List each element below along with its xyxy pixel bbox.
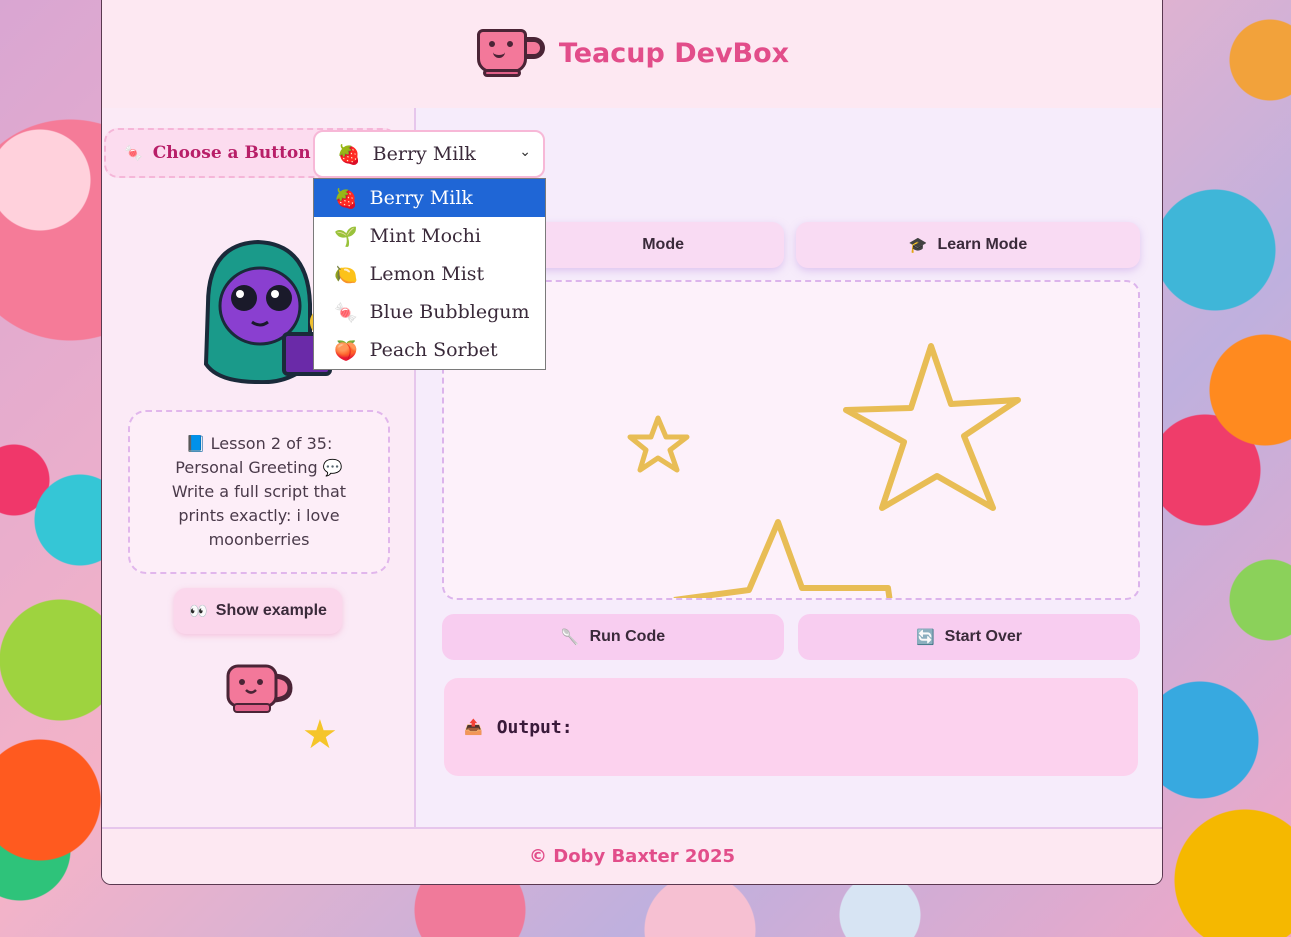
graduation-cap-icon: 🎓 — [908, 237, 928, 254]
learn-mode-label: Learn Mode — [937, 236, 1028, 253]
lesson-card: 📘 Lesson 2 of 35: Personal Greeting 💬 Wr… — [128, 410, 390, 574]
candy-icon: 🍬 — [334, 301, 358, 324]
teacup-mascot-icon — [226, 664, 293, 713]
output-label: Output: — [496, 716, 573, 738]
theme-option-blue-bubblegum[interactable]: 🍬 Blue Bubblegum — [314, 293, 545, 331]
lemon-icon: 🍋 — [334, 263, 358, 286]
lesson-instructions: Write a full script that prints exactly:… — [171, 482, 347, 549]
show-example-label: Show example — [215, 602, 327, 619]
footer: © Doby Baxter 2025 — [102, 827, 1162, 884]
outbox-tray-icon: 📤 — [464, 718, 483, 736]
seedling-icon: 🌱 — [334, 225, 358, 248]
footer-copyright: © Doby Baxter 2025 — [529, 846, 735, 867]
star-icon: ★ — [302, 712, 338, 758]
theme-option-label: Peach Sorbet — [369, 339, 498, 361]
output-panel: 📤 Output: — [444, 678, 1138, 776]
run-code-label: Run Code — [589, 628, 666, 645]
theme-option-mint-mochi[interactable]: 🌱 Mint Mochi — [314, 217, 545, 255]
lesson-number: Lesson 2 of 35: — [210, 434, 333, 453]
theme-option-peach-sorbet[interactable]: 🍑 Peach Sorbet — [314, 331, 545, 369]
theme-option-label: Blue Bubblegum — [369, 301, 530, 323]
app-window: Teacup DevBox 🍬 Choose a Button Theme: 📘… — [101, 0, 1163, 885]
theme-dropdown-list: 🍓 Berry Milk 🌱 Mint Mochi 🍋 Lemon Mist 🍬… — [313, 178, 546, 370]
star-decoration — [627, 343, 1021, 598]
theme-option-label: Berry Milk — [369, 187, 473, 209]
start-over-label: Start Over — [944, 628, 1023, 645]
lesson-title: Personal Greeting — [175, 458, 318, 477]
book-icon: 📘 — [185, 434, 206, 453]
run-code-button[interactable]: 🥄 Run Code — [442, 614, 784, 660]
code-editor[interactable] — [442, 280, 1140, 600]
theme-option-lemon-mist[interactable]: 🍋 Lemon Mist — [314, 255, 545, 293]
header: Teacup DevBox — [102, 0, 1162, 110]
theme-option-label: Lemon Mist — [369, 263, 485, 285]
spoon-icon: 🥄 — [560, 629, 580, 646]
theme-option-berry-milk[interactable]: 🍓 Berry Milk — [314, 179, 545, 217]
chevron-down-icon: ⌄ — [519, 144, 531, 160]
peach-icon: 🍑 — [334, 339, 358, 362]
theme-select-value: Berry Milk — [372, 143, 476, 165]
learn-mode-button[interactable]: 🎓 Learn Mode — [796, 222, 1140, 268]
refresh-icon: 🔄 — [915, 629, 935, 646]
start-over-button[interactable]: 🔄 Start Over — [798, 614, 1140, 660]
eyes-icon: 👀 — [189, 603, 208, 620]
strawberry-icon: 🍓 — [337, 143, 361, 166]
strawberry-icon: 🍓 — [334, 187, 358, 210]
app-title: Teacup DevBox — [558, 37, 790, 69]
speech-bubble-icon: 💬 — [322, 458, 343, 477]
theme-option-label: Mint Mochi — [369, 225, 481, 247]
candy-icon: 🍬 — [124, 144, 143, 162]
show-example-button[interactable]: 👀 Show example — [174, 588, 342, 634]
teacup-icon — [475, 25, 545, 81]
mode-button-label: Mode — [642, 236, 684, 253]
theme-select[interactable]: 🍓 Berry Milk ⌄ — [313, 130, 545, 178]
